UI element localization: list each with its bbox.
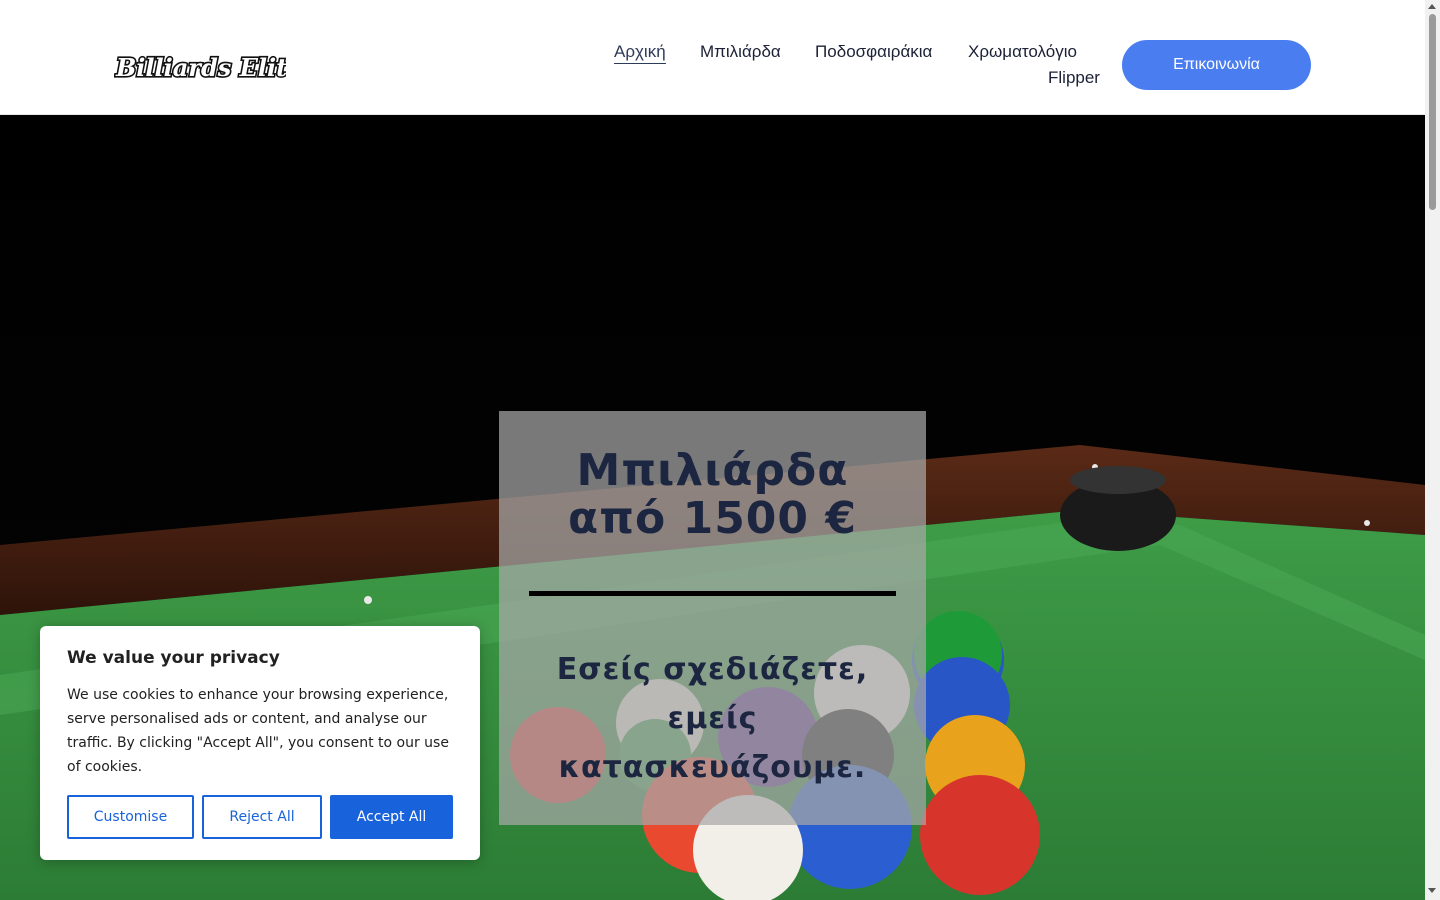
nav-foosball[interactable]: Ποδοσφαιράκια xyxy=(815,42,932,62)
hero-divider xyxy=(529,591,896,596)
hero-title-line2: από 1500 € xyxy=(568,493,857,544)
nav-billiards[interactable]: Μπιλιάρδα xyxy=(700,42,781,62)
logo-wordmark: Billiards Elite xyxy=(115,53,286,82)
hero-card: Μπιλιάρδα από 1500 € Εσείς σχεδιάζετε, ε… xyxy=(499,411,926,825)
scrollbar-thumb[interactable] xyxy=(1429,14,1436,210)
hero-subtitle: Εσείς σχεδιάζετε, εμείς κατασκευάζουμε. xyxy=(519,645,906,792)
page-scrollbar[interactable] xyxy=(1425,0,1440,900)
nav-color-chart[interactable]: Χρωματολόγιο xyxy=(968,42,1077,62)
cookie-body: We use cookies to enhance your browsing … xyxy=(67,687,449,775)
billiards-elite-logo: Billiards Elite xyxy=(113,51,304,83)
site-header: Billiards Elite Αρχική Μπιλιάρδα Ποδοσφα… xyxy=(0,0,1425,115)
customise-button[interactable]: Customise xyxy=(67,795,194,839)
hero-title: Μπιλιάρδα από 1500 € xyxy=(499,447,926,543)
contact-button[interactable]: Επικοινωνία xyxy=(1122,40,1311,90)
scroll-down-arrow-icon[interactable] xyxy=(1428,888,1436,893)
nav-home[interactable]: Αρχική xyxy=(614,42,666,64)
hero-title-line1: Μπιλιάρδα xyxy=(576,445,849,496)
hero-subtitle-line2: εμείς xyxy=(667,701,758,736)
scroll-up-arrow-icon[interactable] xyxy=(1428,4,1436,9)
cookie-title: We value your privacy xyxy=(67,648,280,668)
accept-all-button[interactable]: Accept All xyxy=(330,795,453,839)
hero-subtitle-line1: Εσείς σχεδιάζετε, xyxy=(556,652,869,687)
reject-all-button[interactable]: Reject All xyxy=(202,795,322,839)
cookie-consent-banner: We value your privacy We use cookies to … xyxy=(40,626,480,860)
nav-flipper[interactable]: Flipper xyxy=(1048,68,1100,88)
hero-subtitle-line3: κατασκευάζουμε. xyxy=(558,750,867,785)
logo[interactable]: Billiards Elite xyxy=(113,46,304,86)
